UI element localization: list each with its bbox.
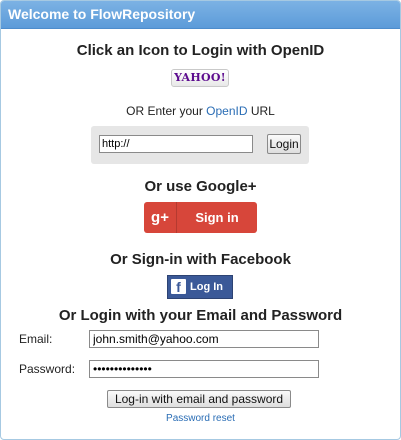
dialog-title: Welcome to FlowRepository bbox=[1, 1, 400, 29]
google-signin-button[interactable]: g+ Sign in bbox=[144, 202, 257, 233]
password-input[interactable] bbox=[89, 360, 319, 378]
openid-login-button[interactable]: Login bbox=[267, 134, 301, 154]
email-input[interactable] bbox=[89, 330, 319, 348]
login-dialog: Welcome to FlowRepository Click an Icon … bbox=[0, 0, 401, 440]
google-plus-icon: g+ bbox=[144, 202, 177, 233]
google-heading: Or use Google+ bbox=[144, 178, 257, 195]
facebook-login-button[interactable]: f Log In bbox=[167, 275, 233, 299]
google-signin-label: Sign in bbox=[195, 210, 239, 225]
facebook-icon: f bbox=[171, 279, 186, 295]
openid-form: Login bbox=[91, 126, 309, 164]
openid-heading: Click an Icon to Login with OpenID bbox=[76, 42, 325, 59]
openid-url-prompt: OR Enter your OpenID URL bbox=[126, 104, 275, 118]
password-reset-link[interactable]: Password reset bbox=[166, 413, 235, 424]
email-login-heading: Or Login with your Email and Password bbox=[58, 307, 343, 324]
openid-link[interactable]: OpenID bbox=[206, 104, 247, 118]
openid-url-input[interactable] bbox=[99, 135, 253, 153]
facebook-login-label: Log In bbox=[190, 281, 223, 293]
yahoo-logo-icon: YAHOO! bbox=[174, 71, 226, 84]
email-label: Email: bbox=[19, 332, 53, 346]
facebook-heading: Or Sign-in with Facebook bbox=[110, 251, 291, 268]
email-login-button[interactable]: Log-in with email and password bbox=[107, 390, 291, 408]
password-reset-container: Password reset bbox=[1, 413, 400, 424]
password-label: Password: bbox=[19, 362, 76, 376]
yahoo-login-button[interactable]: YAHOO! bbox=[171, 69, 229, 87]
